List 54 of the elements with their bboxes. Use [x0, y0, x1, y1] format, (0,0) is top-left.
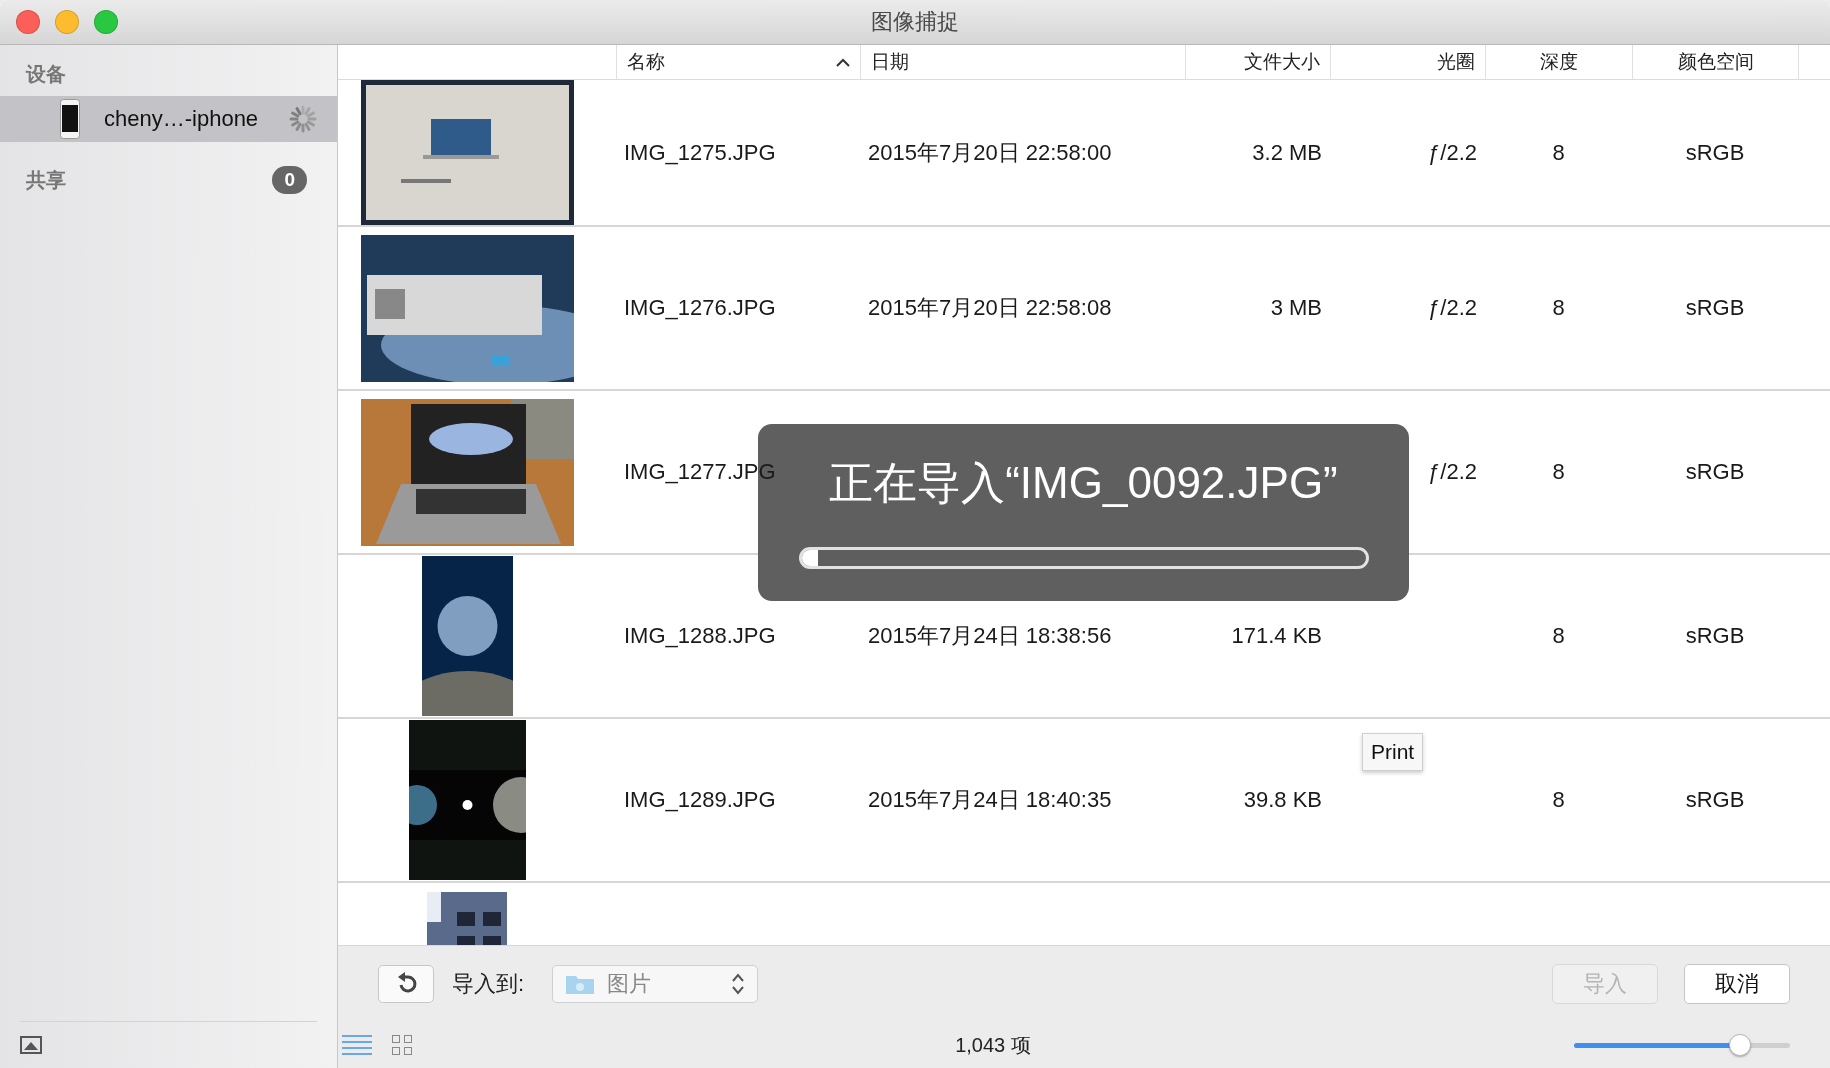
bit-depth: 8: [1551, 459, 1566, 485]
file-name: IMG_1275.JPG: [623, 139, 777, 166]
file-size: 171.4 KB: [1230, 623, 1323, 649]
column-header[interactable]: 日期: [860, 45, 1185, 79]
bit-depth: 8: [1551, 139, 1566, 166]
file-name: IMG_1288.JPG: [623, 623, 777, 649]
section-heading: 设备: [24, 62, 67, 87]
column-header[interactable]: 光圈: [1330, 45, 1485, 79]
window-title: 图像捕捉: [871, 9, 959, 34]
minimize-button[interactable]: [55, 10, 79, 34]
image-icon: [20, 1036, 42, 1054]
close-button[interactable]: [16, 10, 40, 34]
cancel-button[interactable]: 取消: [1684, 964, 1790, 1004]
import-to-label: 导入到:: [452, 970, 525, 998]
section-heading: 共享: [26, 167, 66, 193]
sort-caret-icon: [836, 57, 850, 67]
column-header[interactable]: 深度: [1485, 45, 1632, 79]
count-badge: 0: [272, 166, 307, 194]
phone-icon: [60, 99, 80, 139]
folder-icon: [565, 973, 596, 995]
file-name: IMG_1289.JPG: [623, 787, 777, 813]
bit-depth: 8: [1551, 295, 1566, 321]
date-taken: 2015年7月24日 18:38:56: [867, 622, 1113, 650]
color-space: sRGB: [1684, 295, 1746, 321]
zoom-button[interactable]: [94, 10, 118, 34]
color-space: sRGB: [1684, 139, 1746, 166]
color-space: sRGB: [1684, 787, 1746, 813]
file-size: 39.8 KB: [1242, 787, 1323, 813]
rotate-button[interactable]: [378, 965, 434, 1003]
column-header[interactable]: 文件大小: [1185, 45, 1330, 79]
progress-message: 正在导入“IMG_0092.JPG”: [829, 457, 1338, 509]
device-name: cheny…-iphone: [104, 106, 260, 132]
file-size: 3.2 MB: [1251, 139, 1323, 166]
date-taken: 2015年7月24日 18:40:35: [867, 786, 1113, 814]
bit-depth: 8: [1551, 623, 1566, 649]
thumbnail-size-slider[interactable]: [1574, 1034, 1790, 1056]
aperture: ƒ/2.2: [1427, 295, 1478, 321]
file-name: IMG_1276.JPG: [623, 295, 777, 321]
device-item[interactable]: cheny…-iphone: [0, 96, 337, 142]
date-taken: 2015年7月20日 22:58:00: [867, 138, 1113, 167]
color-space: sRGB: [1684, 459, 1746, 485]
color-space: sRGB: [1684, 623, 1746, 649]
tooltip: Print: [1362, 733, 1424, 771]
column-header[interactable]: 名称: [616, 45, 860, 79]
stepper-icon: [731, 972, 746, 996]
item-count: 1,043 项: [954, 1032, 1032, 1058]
aperture: ƒ/2.2: [1427, 459, 1478, 485]
file-size: 3 MB: [1269, 295, 1323, 321]
column-header[interactable]: 颜色空间: [1632, 45, 1798, 79]
list-view-icon[interactable]: [342, 1035, 372, 1055]
date-taken: 2015年7月20日 22:58:08: [867, 294, 1113, 322]
aperture: ƒ/2.2: [1427, 139, 1478, 166]
bit-depth: 8: [1551, 787, 1566, 813]
grid-view-icon[interactable]: [392, 1035, 412, 1055]
